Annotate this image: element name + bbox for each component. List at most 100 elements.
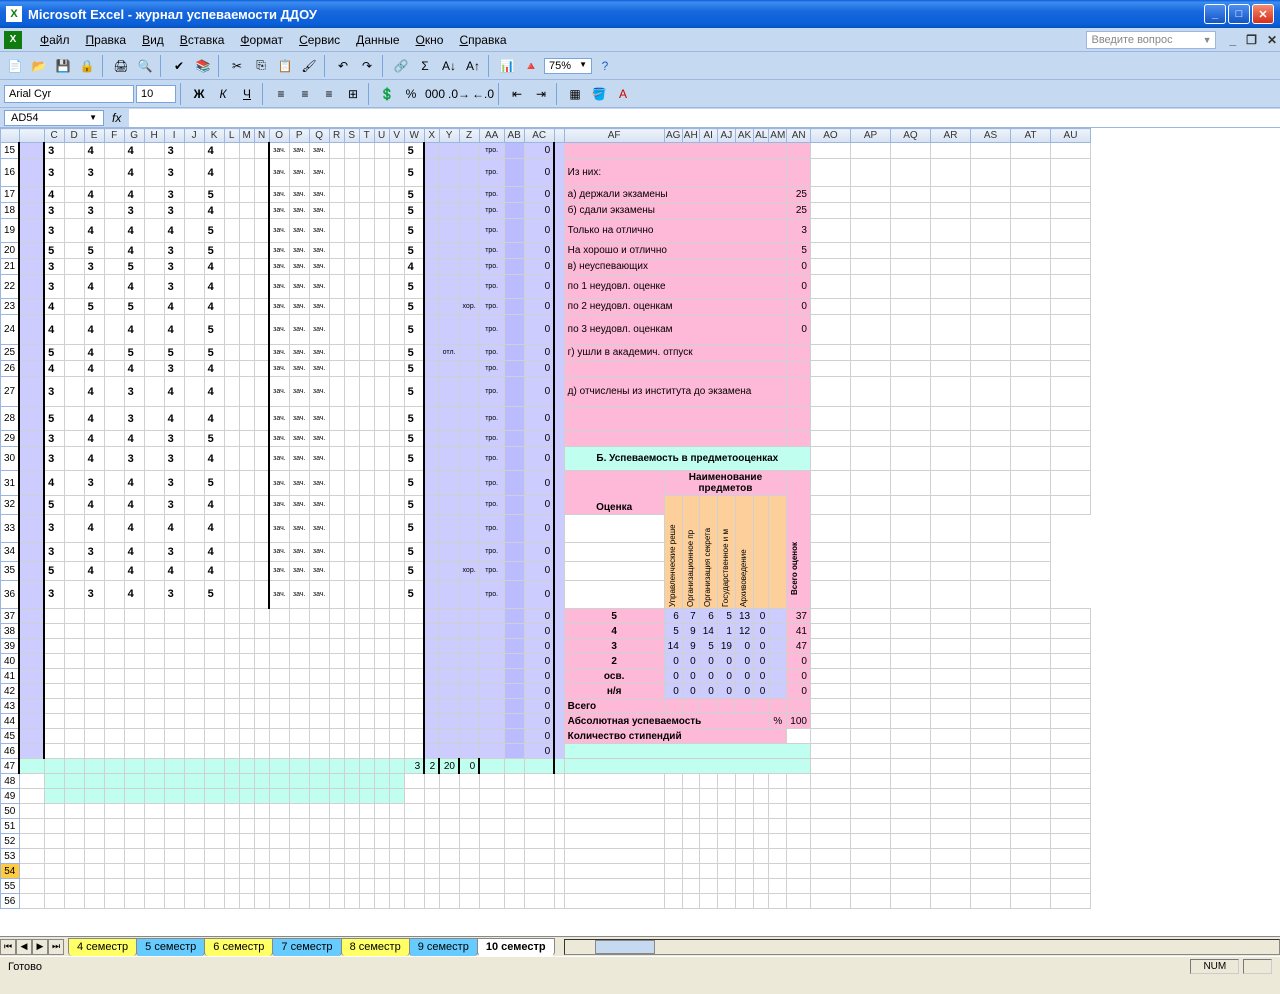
cell[interactable]: зач. xyxy=(309,143,329,159)
cell[interactable]: зач. xyxy=(309,496,329,515)
cell[interactable]: 4 xyxy=(124,143,144,159)
cell[interactable] xyxy=(254,187,269,203)
row-header[interactable]: 45 xyxy=(1,729,20,744)
fx-icon[interactable]: fx xyxy=(112,111,121,125)
cell[interactable] xyxy=(144,447,164,471)
cell[interactable]: 3 xyxy=(84,203,104,219)
cell[interactable] xyxy=(104,259,124,275)
drawing-button[interactable]: 🔺 xyxy=(520,55,542,77)
horizontal-scrollbar[interactable] xyxy=(564,939,1280,955)
cell[interactable]: зач. xyxy=(309,345,329,361)
cell[interactable] xyxy=(504,447,524,471)
cell[interactable] xyxy=(459,431,479,447)
cell[interactable] xyxy=(239,377,254,407)
cell[interactable] xyxy=(254,407,269,431)
cell[interactable]: 0 xyxy=(787,669,811,684)
cell[interactable]: тро. xyxy=(479,243,504,259)
cell[interactable]: 5 xyxy=(404,561,424,580)
cell[interactable] xyxy=(459,377,479,407)
cell[interactable] xyxy=(144,580,164,608)
cell[interactable] xyxy=(459,143,479,159)
cell[interactable] xyxy=(344,275,359,299)
cell[interactable] xyxy=(424,543,439,562)
cell[interactable]: тро. xyxy=(479,431,504,447)
column-header[interactable]: AH xyxy=(682,129,699,143)
cell[interactable] xyxy=(424,315,439,345)
cell[interactable] xyxy=(344,187,359,203)
cell[interactable] xyxy=(239,243,254,259)
cell[interactable]: 13 xyxy=(735,609,753,624)
cell[interactable]: 3 xyxy=(44,543,64,562)
column-header[interactable]: G xyxy=(124,129,144,143)
cell[interactable]: 4 xyxy=(204,514,224,542)
cell[interactable]: 0 xyxy=(524,744,554,759)
row-header[interactable]: 34 xyxy=(1,543,20,562)
cell[interactable] xyxy=(104,299,124,315)
cell[interactable]: зач. xyxy=(269,203,289,219)
cell[interactable]: 3 xyxy=(44,514,64,542)
cell[interactable] xyxy=(239,345,254,361)
cell[interactable]: зач. xyxy=(269,514,289,542)
row-header[interactable]: 48 xyxy=(1,774,20,789)
cell[interactable]: 0 xyxy=(682,654,699,669)
cell[interactable]: 4 xyxy=(124,187,144,203)
cell[interactable]: 9 xyxy=(682,639,699,654)
cell[interactable] xyxy=(144,345,164,361)
column-header[interactable]: AO xyxy=(810,129,850,143)
cell[interactable] xyxy=(224,345,239,361)
cell[interactable] xyxy=(374,345,389,361)
row-header[interactable]: 27 xyxy=(1,377,20,407)
row-header[interactable]: 39 xyxy=(1,639,20,654)
cell[interactable]: 4 xyxy=(204,159,224,187)
cell[interactable] xyxy=(344,219,359,243)
column-header[interactable]: S xyxy=(344,129,359,143)
cell[interactable]: 5 xyxy=(404,361,424,377)
cell[interactable] xyxy=(144,219,164,243)
row-header[interactable]: 17 xyxy=(1,187,20,203)
research-button[interactable]: 📚 xyxy=(192,55,214,77)
cell[interactable] xyxy=(504,299,524,315)
cell[interactable] xyxy=(374,275,389,299)
cell[interactable]: зач. xyxy=(269,580,289,608)
cell[interactable] xyxy=(389,580,404,608)
cell[interactable]: 4 xyxy=(124,471,144,496)
row-header[interactable]: 50 xyxy=(1,804,20,819)
cell[interactable] xyxy=(224,187,239,203)
sheet-tab[interactable]: 10 семестр xyxy=(477,938,555,956)
cell[interactable] xyxy=(329,299,344,315)
cell[interactable] xyxy=(254,299,269,315)
cell[interactable] xyxy=(144,187,164,203)
cell[interactable]: 0 xyxy=(754,684,769,699)
cell[interactable]: 5 xyxy=(44,561,64,580)
cell[interactable] xyxy=(344,407,359,431)
cell[interactable]: зач. xyxy=(269,361,289,377)
cell[interactable] xyxy=(439,203,459,219)
cell[interactable]: 4 xyxy=(164,219,184,243)
cell[interactable] xyxy=(104,514,124,542)
cell[interactable] xyxy=(389,143,404,159)
cell[interactable] xyxy=(359,447,374,471)
cell[interactable]: зач. xyxy=(309,187,329,203)
print-button[interactable]: 🖨 xyxy=(110,55,132,77)
cell[interactable] xyxy=(104,431,124,447)
cell[interactable] xyxy=(254,219,269,243)
cell[interactable]: 4 xyxy=(204,143,224,159)
cell[interactable] xyxy=(254,514,269,542)
cell[interactable] xyxy=(439,159,459,187)
cell[interactable] xyxy=(329,361,344,377)
cell[interactable]: 5 xyxy=(404,275,424,299)
cell[interactable] xyxy=(504,143,524,159)
cell[interactable]: 0 xyxy=(664,654,682,669)
cell[interactable] xyxy=(64,447,84,471)
spelling-button[interactable]: ✔ xyxy=(168,55,190,77)
cell[interactable]: 4 xyxy=(204,361,224,377)
cell[interactable] xyxy=(459,345,479,361)
cell[interactable]: 5 xyxy=(404,315,424,345)
percent-button[interactable]: % xyxy=(400,83,422,105)
cell[interactable] xyxy=(459,159,479,187)
cell[interactable] xyxy=(459,243,479,259)
row-header[interactable]: 35 xyxy=(1,561,20,580)
cell[interactable]: зач. xyxy=(289,561,309,580)
row-header[interactable]: 55 xyxy=(1,879,20,894)
cell[interactable]: 0 xyxy=(524,259,554,275)
